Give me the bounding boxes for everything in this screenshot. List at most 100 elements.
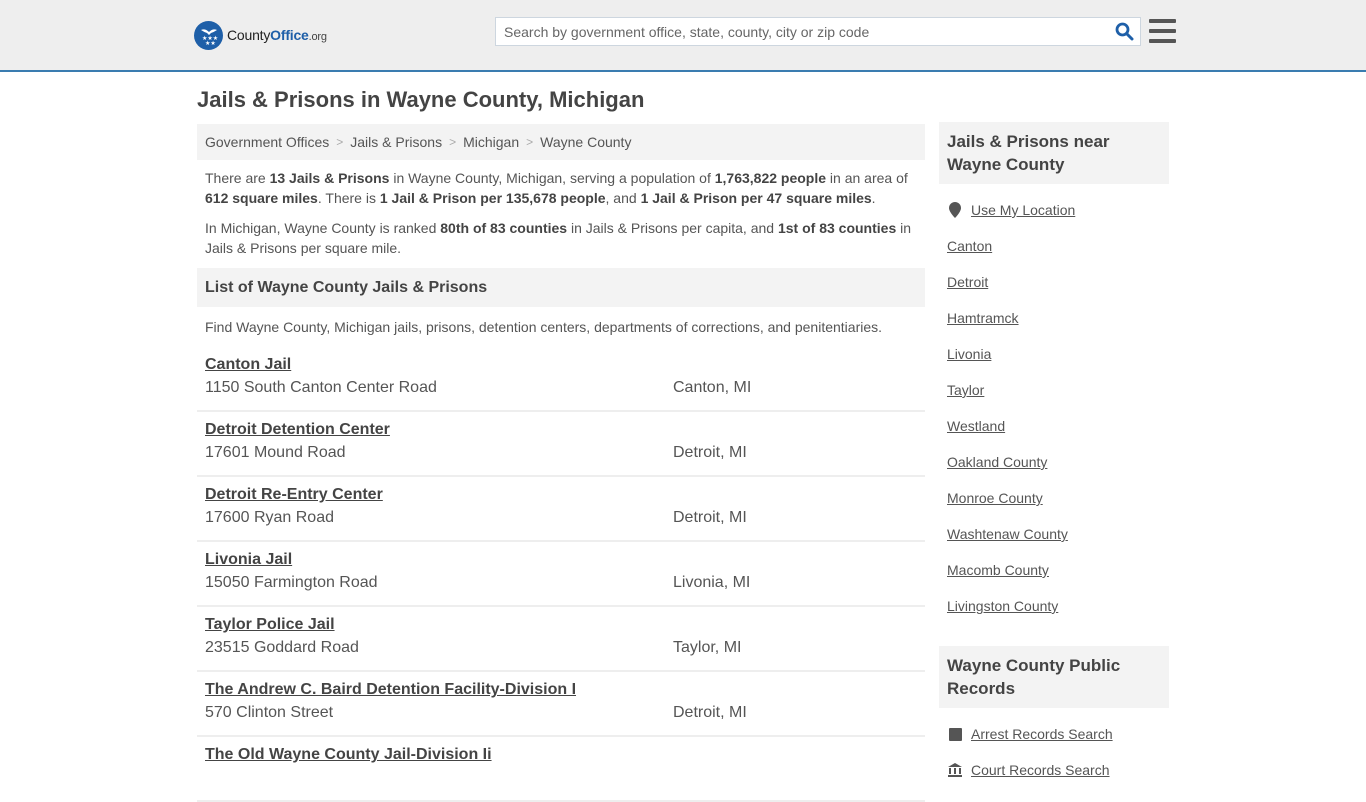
- public-records-list: Arrest Records Search Court Records Sear…: [939, 708, 1169, 788]
- text: There are: [205, 170, 270, 186]
- facility-row: Taylor Police Jail 23515 Goddard Road Ta…: [197, 607, 925, 672]
- facility-row: Detroit Re-Entry Center 17600 Ryan Road …: [197, 477, 925, 542]
- facility-name-link[interactable]: The Old Wayne County Jail-Division Ii: [205, 745, 492, 765]
- per-capita-rank: 80th of 83 counties: [440, 220, 568, 236]
- breadcrumb-jails-prisons[interactable]: Jails & Prisons: [350, 134, 442, 150]
- search-bar: [495, 17, 1141, 46]
- nearby-link-detroit[interactable]: Detroit: [947, 274, 988, 290]
- square-icon: [947, 727, 963, 741]
- facility-city: Detroit, MI: [673, 704, 747, 721]
- menu-bar: [1149, 39, 1176, 43]
- nearby-link-livingston-county[interactable]: Livingston County: [947, 598, 1058, 614]
- court-records-link[interactable]: Court Records Search: [971, 762, 1110, 778]
- facility-city: Livonia, MI: [673, 574, 751, 591]
- per-area-rank: 1st of 83 counties: [777, 220, 897, 236]
- text: in Jails & Prisons per capita, and: [567, 220, 778, 236]
- nearby-item: Washtenaw County: [947, 516, 1161, 552]
- nearby-item: Detroit: [947, 264, 1161, 300]
- breadcrumb-government-offices[interactable]: Government Offices: [205, 134, 329, 150]
- nearby-link-taylor[interactable]: Taylor: [947, 382, 984, 398]
- facility-city: Canton, MI: [673, 379, 752, 396]
- nearby-item: Canton: [947, 228, 1161, 264]
- intro-text: There are 13 Jails & Prisons in Wayne Co…: [197, 160, 925, 258]
- facility-name-link[interactable]: Taylor Police Jail: [205, 615, 335, 635]
- facility-name-link[interactable]: Detroit Re-Entry Center: [205, 485, 383, 505]
- nearby-link-westland[interactable]: Westland: [947, 418, 1005, 434]
- nearby-link-hamtramck[interactable]: Hamtramck: [947, 310, 1019, 326]
- menu-bar: [1149, 29, 1176, 33]
- public-records-heading: Wayne County Public Records: [939, 646, 1169, 708]
- facility-address: 17601 Mound Road: [205, 444, 346, 461]
- logo-text-county: County: [227, 27, 271, 43]
- text: in an area of: [826, 170, 908, 186]
- courthouse-icon: [947, 763, 963, 777]
- text: , and: [605, 190, 641, 206]
- breadcrumb-separator: >: [449, 135, 457, 149]
- facility-address: 23515 Goddard Road: [205, 639, 359, 656]
- main-content: Government Offices > Jails & Prisons > M…: [197, 124, 925, 802]
- nearby-item: Westland: [947, 408, 1161, 444]
- use-my-location-link[interactable]: Use My Location: [971, 202, 1075, 218]
- facility-count: 13 Jails & Prisons: [269, 170, 390, 186]
- area: 612 square miles: [205, 190, 318, 206]
- search-icon: [1115, 22, 1133, 41]
- facility-city: Taylor, MI: [673, 639, 742, 656]
- nearby-link-canton[interactable]: Canton: [947, 238, 992, 254]
- facility-row: Detroit Detention Center 17601 Mound Roa…: [197, 412, 925, 477]
- breadcrumb: Government Offices > Jails & Prisons > M…: [197, 124, 925, 160]
- facility-name-link[interactable]: The Andrew C. Baird Detention Facility-D…: [205, 680, 576, 700]
- facility-row: The Old Wayne County Jail-Division Ii: [197, 737, 925, 802]
- nearby-link-monroe-county[interactable]: Monroe County: [947, 490, 1043, 506]
- facility-address: 15050 Farmington Road: [205, 574, 378, 591]
- use-location-item: Use My Location: [947, 192, 1161, 228]
- menu-bar: [1149, 19, 1176, 23]
- facility-name-link[interactable]: Detroit Detention Center: [205, 420, 390, 440]
- facility-list: Canton Jail 1150 South Canton Center Roa…: [197, 347, 925, 802]
- facility-name-link[interactable]: Canton Jail: [205, 355, 291, 375]
- records-item: Court Records Search: [947, 752, 1161, 788]
- breadcrumb-wayne-county[interactable]: Wayne County: [540, 134, 631, 150]
- site-header: ★★★ ★★ CountyOffice.org: [0, 0, 1366, 72]
- facility-row: Livonia Jail 15050 Farmington Road Livon…: [197, 542, 925, 607]
- per-capita-ratio: 1 Jail & Prison per 135,678 people: [379, 190, 606, 206]
- nearby-item: Macomb County: [947, 552, 1161, 588]
- nearby-item: Hamtramck: [947, 300, 1161, 336]
- list-section-heading: List of Wayne County Jails & Prisons: [197, 268, 925, 307]
- facility-address: 17600 Ryan Road: [205, 509, 334, 526]
- logo-wordmark: CountyOffice.org: [227, 27, 327, 43]
- nearby-item: Livingston County: [947, 588, 1161, 624]
- nearby-link-washtenaw-county[interactable]: Washtenaw County: [947, 526, 1068, 542]
- list-section-description: Find Wayne County, Michigan jails, priso…: [205, 319, 883, 335]
- text: in Wayne County, Michigan, serving a pop…: [389, 170, 715, 186]
- nearby-item: Oakland County: [947, 444, 1161, 480]
- facility-name-link[interactable]: Livonia Jail: [205, 550, 292, 570]
- facility-city: Detroit, MI: [673, 509, 747, 526]
- logo-text-office: Office: [270, 27, 309, 43]
- breadcrumb-michigan[interactable]: Michigan: [463, 134, 519, 150]
- nearby-item: Taylor: [947, 372, 1161, 408]
- facility-row: Canton Jail 1150 South Canton Center Roa…: [197, 347, 925, 412]
- nearby-list: Use My Location Canton Detroit Hamtramck…: [939, 184, 1169, 624]
- nearby-item: Monroe County: [947, 480, 1161, 516]
- search-input[interactable]: [496, 18, 1108, 45]
- hamburger-menu-icon[interactable]: [1149, 19, 1176, 43]
- facility-row: The Andrew C. Baird Detention Facility-D…: [197, 672, 925, 737]
- intro-paragraph-rank: In Michigan, Wayne County is ranked 80th…: [205, 218, 917, 258]
- logo-text-org: .org: [308, 31, 327, 43]
- eagle-stars-icon: ★★★ ★★: [194, 20, 223, 50]
- arrest-records-link[interactable]: Arrest Records Search: [971, 726, 1113, 742]
- nearby-heading: Jails & Prisons near Wayne County: [939, 122, 1169, 184]
- svg-text:★★: ★★: [205, 40, 216, 46]
- population: 1,763,822 people: [714, 170, 827, 186]
- nearby-link-oakland-county[interactable]: Oakland County: [947, 454, 1047, 470]
- nearby-link-macomb-county[interactable]: Macomb County: [947, 562, 1049, 578]
- text: . There is: [317, 190, 380, 206]
- text: In Michigan, Wayne County is ranked: [205, 220, 441, 236]
- text: .: [871, 190, 876, 206]
- records-item: Arrest Records Search: [947, 716, 1161, 752]
- search-button[interactable]: [1108, 18, 1140, 45]
- nearby-link-livonia[interactable]: Livonia: [947, 346, 991, 362]
- site-logo[interactable]: ★★★ ★★ CountyOffice.org: [194, 20, 327, 50]
- facility-address: 570 Clinton Street: [205, 704, 334, 721]
- nearby-item: Livonia: [947, 336, 1161, 372]
